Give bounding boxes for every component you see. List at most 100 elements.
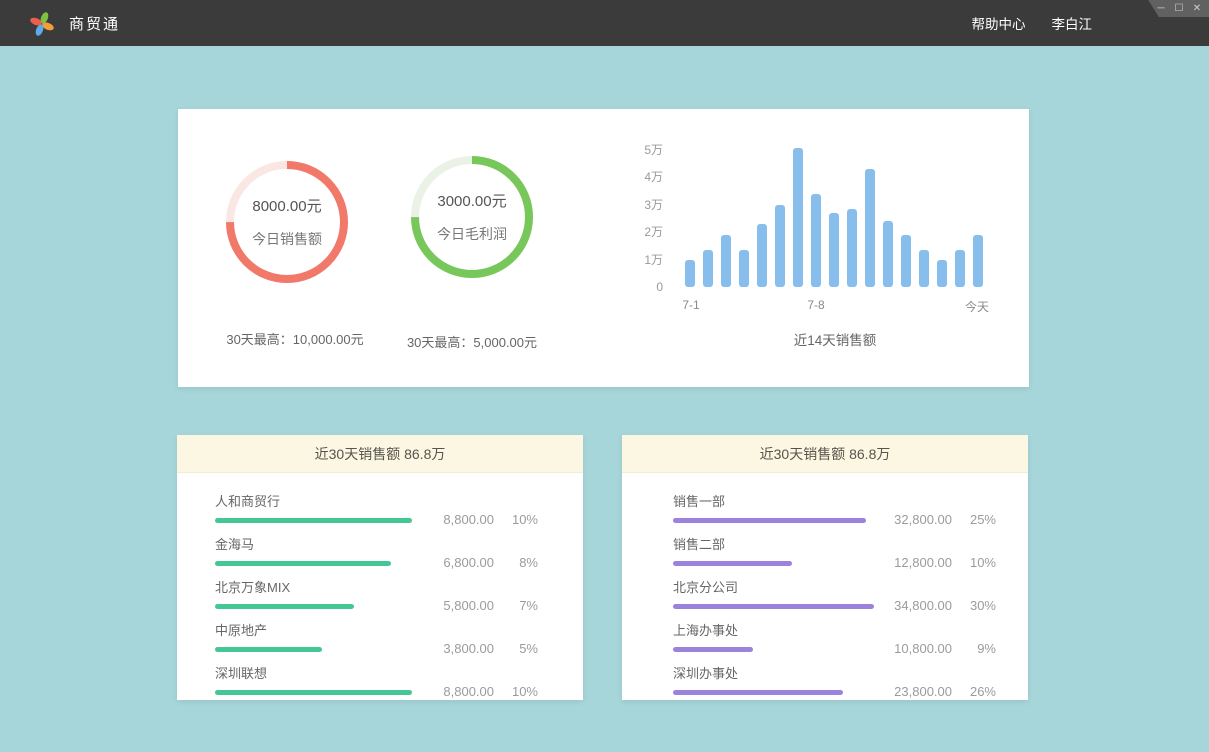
x-tick: 今天 xyxy=(965,298,989,315)
item-percent: 25% xyxy=(952,512,996,527)
today-profit-donut-chart: 3000.00元 今日毛利润 xyxy=(402,147,542,287)
item-bar xyxy=(673,647,753,652)
list-item: 北京分公司34,800.0030% xyxy=(673,577,990,609)
list-item: 上海办事处10,800.009% xyxy=(673,620,990,652)
customers-list: 人和商贸行8,800.0010% 金海马6,800.008% 北京万象MIX5,80… xyxy=(177,473,583,695)
bar xyxy=(973,235,983,287)
item-value: 6,800.00 xyxy=(420,555,494,570)
item-label: 上海办事处 xyxy=(673,620,878,639)
item-label: 北京分公司 xyxy=(673,577,878,596)
list-item: 深圳联想8,800.0010% xyxy=(215,663,530,695)
customers-card-title: 近30天销售额 86.8万 xyxy=(177,435,583,473)
item-value: 23,800.00 xyxy=(878,684,952,699)
app-title: 商贸通 xyxy=(69,13,120,34)
top-menu: 帮助中心 李白江 xyxy=(972,13,1093,33)
item-value: 5,800.00 xyxy=(420,598,494,613)
summary-card: 8000.00元 今日销售额 30天最高：10,000.00元 3000.00元… xyxy=(178,109,1029,387)
bar xyxy=(811,194,821,288)
item-percent: 5% xyxy=(494,641,538,656)
item-percent: 7% xyxy=(494,598,538,613)
y-tick: 2万 xyxy=(644,225,663,239)
donut-center-text: 8000.00元 今日销售额 xyxy=(217,152,357,292)
item-bar xyxy=(215,561,391,566)
list-item: 北京万象MIX5,800.007% xyxy=(215,577,530,609)
list-item: 金海马6,800.008% xyxy=(215,534,530,566)
user-name-menu[interactable]: 李白江 xyxy=(1052,13,1093,33)
item-value: 10,800.00 xyxy=(878,641,952,656)
bar xyxy=(847,209,857,287)
x-tick: 7-8 xyxy=(807,298,824,312)
bar xyxy=(901,235,911,287)
item-value: 12,800.00 xyxy=(878,555,952,570)
item-bar xyxy=(215,647,322,652)
item-percent: 26% xyxy=(952,684,996,699)
today-sales-donut-chart: 8000.00元 今日销售额 xyxy=(217,152,357,292)
list-item: 人和商贸行8,800.0010% xyxy=(215,491,530,523)
bar-series xyxy=(685,147,985,287)
bar xyxy=(955,250,965,287)
list-item: 销售二部12,800.0010% xyxy=(673,534,990,566)
bar xyxy=(919,250,929,287)
list-item: 中原地产3,800.005% xyxy=(215,620,530,652)
x-axis: 7-1 7-8 今天 xyxy=(685,298,985,312)
item-value: 3,800.00 xyxy=(420,641,494,656)
item-bar xyxy=(215,690,412,695)
y-tick: 1万 xyxy=(644,253,663,267)
bar-chart-title: 近14天销售额 xyxy=(685,329,985,349)
minimize-icon[interactable]: ─ xyxy=(1154,1,1168,17)
item-value: 8,800.00 xyxy=(420,684,494,699)
titlebar: 商贸通 帮助中心 李白江 ─ ☐ ✕ xyxy=(0,0,1209,46)
item-bar xyxy=(215,518,412,523)
close-icon[interactable]: ✕ xyxy=(1190,1,1204,17)
item-label: 中原地产 xyxy=(215,620,420,639)
departments-card-title: 近30天销售额 86.8万 xyxy=(622,435,1028,473)
item-bar xyxy=(673,690,843,695)
departments-list: 销售一部32,800.0025% 销售二部12,800.0010% 北京分公司34,… xyxy=(622,473,1028,695)
x-tick: 7-1 xyxy=(682,298,699,312)
maximize-icon[interactable]: ☐ xyxy=(1172,1,1186,17)
today-profit-label: 今日毛利润 xyxy=(437,224,507,244)
bar xyxy=(703,250,713,287)
item-percent: 10% xyxy=(952,555,996,570)
today-sales-label: 今日销售额 xyxy=(252,229,322,249)
item-percent: 9% xyxy=(952,641,996,656)
departments-30d-card: 近30天销售额 86.8万 销售一部32,800.0025% 销售二部12,800… xyxy=(622,435,1028,700)
item-bar xyxy=(673,561,792,566)
item-label: 人和商贸行 xyxy=(215,491,420,510)
bar xyxy=(721,235,731,287)
bar xyxy=(757,224,767,287)
y-tick: 5万 xyxy=(644,143,663,157)
item-label: 北京万象MIX xyxy=(215,577,420,596)
item-bar xyxy=(673,604,874,609)
item-label: 金海马 xyxy=(215,534,420,553)
item-value: 8,800.00 xyxy=(420,512,494,527)
bar xyxy=(829,213,839,287)
bar xyxy=(739,250,749,287)
today-sales-value: 8000.00元 xyxy=(252,195,321,216)
item-label: 深圳办事处 xyxy=(673,663,878,682)
item-value: 34,800.00 xyxy=(878,598,952,613)
y-tick: 3万 xyxy=(644,198,663,212)
item-label: 销售一部 xyxy=(673,491,878,510)
item-label: 深圳联想 xyxy=(215,663,420,682)
customers-30d-card: 近30天销售额 86.8万 人和商贸行8,800.0010%金海马6,800.0… xyxy=(177,435,583,700)
bar xyxy=(685,260,695,288)
window-controls: ─ ☐ ✕ xyxy=(1143,0,1209,17)
profit-30d-max-caption: 30天最高：5,000.00元 xyxy=(342,332,602,351)
bar xyxy=(793,148,803,287)
y-axis: 5万4万3万2万1万0 xyxy=(608,147,663,287)
item-label: 销售二部 xyxy=(673,534,878,553)
item-bar xyxy=(215,604,354,609)
app-window: 商贸通 帮助中心 李白江 ─ ☐ ✕ 8000.00元 今日销售额 30天最高：… xyxy=(0,0,1209,752)
list-item: 销售一部32,800.0025% xyxy=(673,491,990,523)
bar xyxy=(865,169,875,287)
item-percent: 10% xyxy=(494,512,538,527)
item-percent: 10% xyxy=(494,684,538,699)
bar xyxy=(883,221,893,287)
help-center-link[interactable]: 帮助中心 xyxy=(972,13,1026,33)
y-tick: 0 xyxy=(656,280,663,294)
item-value: 32,800.00 xyxy=(878,512,952,527)
item-percent: 8% xyxy=(494,555,538,570)
item-bar xyxy=(673,518,866,523)
item-percent: 30% xyxy=(952,598,996,613)
